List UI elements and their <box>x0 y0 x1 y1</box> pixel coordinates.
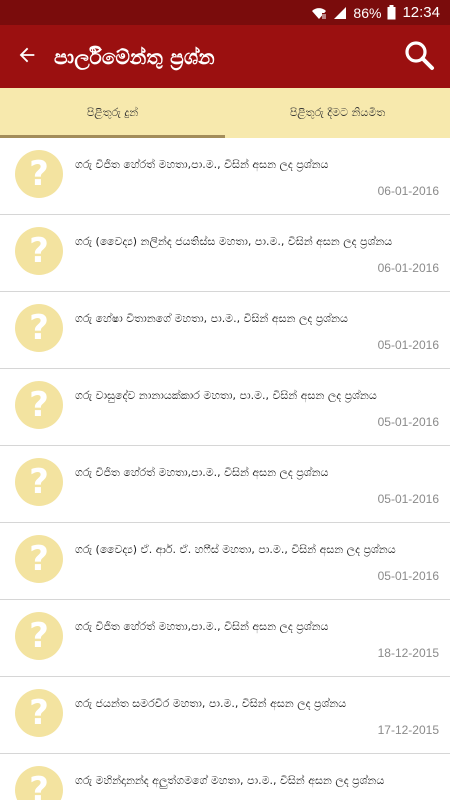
tab-label: පිළිතුරු දුන් <box>86 106 139 119</box>
question-mark-icon: ? <box>15 227 63 275</box>
status-bar: 86% 12:34 <box>0 0 450 25</box>
question-date: 06-01-2016 <box>377 261 439 275</box>
list-item[interactable]: ? ගරු මහින්දානන්ද අලුත්ගමගේ මහතා, පා.ම.,… <box>0 754 450 800</box>
list-item[interactable]: ? ගරු ජයන්ත සමරවීර මහතා, පා.ම., විසින් අ… <box>0 677 450 754</box>
wifi-icon <box>311 6 328 20</box>
question-mark-icon: ? <box>15 535 63 583</box>
tab-answered[interactable]: පිළිතුරු දුන් <box>0 88 225 138</box>
tab-to-be-answered[interactable]: පිළිතුරු දීමට නියමිත <box>225 88 450 138</box>
question-date: 18-12-2015 <box>377 646 439 660</box>
question-mark-icon: ? <box>15 689 63 737</box>
question-title: ගරු (වෛද්‍ය) ඒ. ආර්. ඒ. හෆීස් මහතා, පා.ම… <box>75 543 396 556</box>
search-button[interactable] <box>388 25 450 88</box>
list-item[interactable]: ? ගරු (වෛද්‍ය) නලින්ද ජයතිස්ස මහතා, පා.ම… <box>0 215 450 292</box>
question-title: ගරු විජිත හේරත් මහතා,පා.ම., විසින් අසන ල… <box>75 620 329 633</box>
question-list[interactable]: ? ගරු විජිත හේරත් මහතා,පා.ම., විසින් අසන… <box>0 138 450 800</box>
question-mark-icon: ? <box>15 766 63 800</box>
question-date: 05-01-2016 <box>377 338 439 352</box>
question-mark-icon: ? <box>15 381 63 429</box>
question-title: ගරු (වෛද්‍ය) නලින්ද ජයතිස්ස මහතා, පා.ම.,… <box>75 235 393 248</box>
list-item[interactable]: ? ගරු විජිත හේරත් මහතා,පා.ම., විසින් අසන… <box>0 600 450 677</box>
list-item[interactable]: ? ගරු විජිත හේරත් මහතා,පා.ම., විසින් අසන… <box>0 446 450 523</box>
app-bar: පාර්ලිමේන්තු ප්‍රශ්න <box>0 25 450 88</box>
question-mark-icon: ? <box>15 150 63 198</box>
question-date: 06-01-2016 <box>377 184 439 198</box>
question-title: ගරු මහින්දානන්ද අලුත්ගමගේ මහතා, පා.ම., ව… <box>75 774 385 787</box>
question-mark-icon: ? <box>15 458 63 506</box>
question-title: ගරු ජයන්ත සමරවීර මහතා, පා.ම., විසින් අසන… <box>75 697 347 710</box>
question-title: ගරු විජිත හේරත් මහතා,පා.ම., විසින් අසන ල… <box>75 466 329 479</box>
list-item[interactable]: ? ගරු (වෛද්‍ය) ඒ. ආර්. ඒ. හෆීස් මහතා, පා… <box>0 523 450 600</box>
battery-icon <box>387 5 396 20</box>
battery-percent: 86% <box>353 4 382 21</box>
page-title: පාර්ලිමේන්තු ප්‍රශ්න <box>54 44 215 69</box>
question-date: 17-12-2015 <box>377 723 439 737</box>
tab-label: පිළිතුරු දීමට නියමිත <box>289 106 386 119</box>
question-title: ගරු හේෂා විතානගේ මහතා, පා.ම., විසින් අසන… <box>75 312 348 325</box>
question-date: 05-01-2016 <box>377 492 439 506</box>
list-item[interactable]: ? ගරු වාසුදේව නානායක්කාර මහතා, පා.ම., වි… <box>0 369 450 446</box>
back-arrow-icon <box>16 44 38 70</box>
question-mark-icon: ? <box>15 304 63 352</box>
back-button[interactable] <box>0 25 54 88</box>
search-icon <box>403 39 435 75</box>
question-mark-icon: ? <box>15 612 63 660</box>
question-date: 05-01-2016 <box>377 569 439 583</box>
signal-icon <box>333 6 347 20</box>
question-title: ගරු වාසුදේව නානායක්කාර මහතා, පා.ම., විසි… <box>75 389 377 402</box>
list-item[interactable]: ? ගරු හේෂා විතානගේ මහතා, පා.ම., විසින් අ… <box>0 292 450 369</box>
question-date: 05-01-2016 <box>377 415 439 429</box>
clock: 12:34 <box>402 4 440 21</box>
list-item[interactable]: ? ගරු විජිත හේරත් මහතා,පා.ම., විසින් අසන… <box>0 138 450 215</box>
question-title: ගරු විජිත හේරත් මහතා,පා.ම., විසින් අසන ල… <box>75 158 329 171</box>
tab-bar: පිළිතුරු දුන් පිළිතුරු දීමට නියමිත <box>0 88 450 138</box>
